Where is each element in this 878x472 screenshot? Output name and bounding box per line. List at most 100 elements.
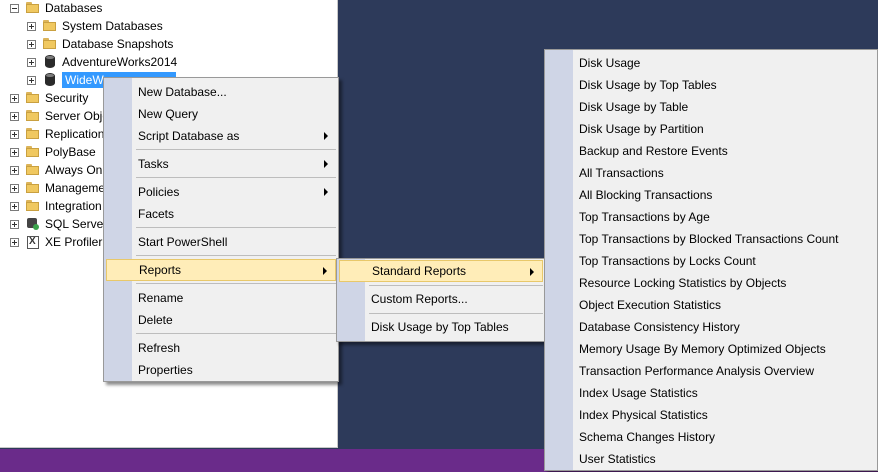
- menu-item-label: Top Transactions by Locks Count: [579, 254, 756, 268]
- expand-icon[interactable]: [10, 201, 19, 211]
- tree-node-label: AdventureWorks2014: [62, 55, 178, 69]
- menu-item-standard-report[interactable]: Database Consistency History: [547, 316, 875, 338]
- tree-node-databases[interactable]: Databases: [10, 0, 102, 17]
- tree-node-label: Databases: [45, 1, 103, 15]
- expand-icon[interactable]: [10, 165, 19, 175]
- menu-item-standard-report[interactable]: Object Execution Statistics: [547, 294, 875, 316]
- expand-icon[interactable]: [10, 111, 19, 121]
- menu-item-script-database-as[interactable]: Script Database as: [106, 125, 336, 147]
- expand-icon[interactable]: [10, 237, 19, 247]
- menu-item-label: Database Consistency History: [579, 320, 740, 334]
- menu-item-label: Reports: [139, 263, 182, 277]
- menu-item-reports[interactable]: Reports: [106, 259, 336, 281]
- menu-item-rename[interactable]: Rename: [106, 287, 336, 309]
- menu-item-standard-report[interactable]: Top Transactions by Blocked Transactions…: [547, 228, 875, 250]
- tree-node-sql-server-agent[interactable]: SQL Server: [10, 215, 107, 233]
- menu-item-label: Disk Usage by Table: [579, 100, 689, 114]
- menu-item-standard-report[interactable]: Backup and Restore Events: [547, 140, 875, 162]
- menu-item-label: Memory Usage By Memory Optimized Objects: [579, 342, 826, 356]
- menu-item-label: Disk Usage by Partition: [579, 122, 704, 136]
- menu-item-standard-report[interactable]: Disk Usage by Table: [547, 96, 875, 118]
- menu-item-standard-report[interactable]: Schema Changes History: [547, 426, 875, 448]
- expand-icon[interactable]: [10, 129, 19, 139]
- tree-node-label: Manageme: [45, 181, 106, 195]
- tree-node-security[interactable]: Security: [10, 89, 88, 107]
- expand-icon[interactable]: [10, 147, 19, 157]
- menu-separator: [369, 313, 543, 314]
- tree-node-database-snapshots[interactable]: Database Snapshots: [27, 35, 173, 53]
- menu-separator: [136, 177, 336, 178]
- tree-node-server-objects[interactable]: Server Obje: [10, 107, 109, 125]
- menu-item-standard-report[interactable]: All Transactions: [547, 162, 875, 184]
- xe-profiler-icon: [27, 235, 39, 249]
- tree-node-system-databases[interactable]: System Databases: [27, 17, 163, 35]
- menu-item-standard-report[interactable]: Disk Usage by Partition: [547, 118, 875, 140]
- menu-item-label: Transaction Performance Analysis Overvie…: [579, 364, 814, 378]
- menu-item-label: New Query: [138, 107, 199, 121]
- expand-icon[interactable]: [10, 219, 19, 229]
- menu-item-facets[interactable]: Facets: [106, 203, 336, 225]
- menu-item-policies[interactable]: Policies: [106, 181, 336, 203]
- menu-item-new-database[interactable]: New Database...: [106, 81, 336, 103]
- tree-node-label: Always On: [45, 163, 103, 177]
- menu-item-label: Tasks: [138, 157, 169, 171]
- menu-item-standard-report[interactable]: Disk Usage by Top Tables: [547, 74, 875, 96]
- menu-item-standard-report[interactable]: Disk Usage: [547, 52, 875, 74]
- tree-node-xe-profiler[interactable]: XE Profiler: [10, 233, 102, 251]
- menu-item-delete[interactable]: Delete: [106, 309, 336, 331]
- menu-item-standard-report[interactable]: All Blocking Transactions: [547, 184, 875, 206]
- menu-item-standard-report[interactable]: Top Transactions by Age: [547, 206, 875, 228]
- menu-item-tasks[interactable]: Tasks: [106, 153, 336, 175]
- tree-node-label: XE Profiler: [45, 235, 103, 249]
- folder-icon: [25, 181, 41, 195]
- menu-item-standard-report[interactable]: User Statistics: [547, 448, 875, 470]
- menu-item-label: Schema Changes History: [579, 430, 716, 444]
- menu-item-standard-report[interactable]: Index Usage Statistics: [547, 382, 875, 404]
- folder-icon: [42, 37, 58, 51]
- menu-item-label: Refresh: [138, 341, 181, 355]
- tree-node-always-on[interactable]: Always On: [10, 161, 102, 179]
- menu-item-standard-report[interactable]: Index Physical Statistics: [547, 404, 875, 426]
- menu-item-refresh[interactable]: Refresh: [106, 337, 336, 359]
- folder-icon: [25, 1, 41, 15]
- expand-icon[interactable]: [27, 75, 36, 85]
- menu-item-standard-report[interactable]: Resource Locking Statistics by Objects: [547, 272, 875, 294]
- menu-item-standard-report[interactable]: Memory Usage By Memory Optimized Objects: [547, 338, 875, 360]
- folder-icon: [25, 163, 41, 177]
- menu-item-label: Policies: [138, 185, 180, 199]
- tree-node-replication[interactable]: Replication: [10, 125, 104, 143]
- menu-item-standard-report[interactable]: Transaction Performance Analysis Overvie…: [547, 360, 875, 382]
- database-icon: [42, 55, 58, 69]
- menu-item-label: Index Physical Statistics: [579, 408, 708, 422]
- menu-item-label: Disk Usage: [579, 56, 641, 70]
- database-icon: [42, 73, 58, 87]
- expand-icon[interactable]: [27, 57, 36, 67]
- menu-item-new-query[interactable]: New Query: [106, 103, 336, 125]
- folder-icon: [25, 109, 41, 123]
- tree-node-label: SQL Server: [45, 217, 108, 231]
- folder-icon: [25, 91, 41, 105]
- tree-node-label: Server Obje: [45, 109, 110, 123]
- tree-node-management[interactable]: Manageme: [10, 179, 105, 197]
- menu-item-custom-reports[interactable]: Custom Reports...: [339, 288, 543, 310]
- expand-icon[interactable]: [10, 183, 19, 193]
- reports-submenu: Standard Reports Custom Reports... Disk …: [336, 258, 546, 342]
- tree-node-label: Security: [45, 91, 89, 105]
- menu-item-label: Backup and Restore Events: [579, 144, 728, 158]
- tree-node-label: Database Snapshots: [62, 37, 174, 51]
- tree-node-adventureworks2014[interactable]: AdventureWorks2014: [27, 53, 177, 71]
- menu-item-standard-report[interactable]: Top Transactions by Locks Count: [547, 250, 875, 272]
- menu-item-properties[interactable]: Properties: [106, 359, 336, 381]
- menu-item-disk-usage-top-tables[interactable]: Disk Usage by Top Tables: [339, 316, 543, 338]
- expand-icon[interactable]: [10, 93, 19, 103]
- expand-icon[interactable]: [27, 21, 36, 31]
- tree-node-label: PolyBase: [45, 145, 96, 159]
- expand-icon[interactable]: [27, 39, 36, 49]
- menu-item-label: Disk Usage by Top Tables: [371, 320, 509, 334]
- collapse-icon[interactable]: [10, 3, 19, 13]
- menu-item-start-powershell[interactable]: Start PowerShell: [106, 231, 336, 253]
- menu-item-standard-reports[interactable]: Standard Reports: [339, 260, 543, 282]
- menu-item-label: Standard Reports: [372, 264, 467, 278]
- tree-node-integration[interactable]: Integration: [10, 197, 102, 215]
- tree-node-polybase[interactable]: PolyBase: [10, 143, 96, 161]
